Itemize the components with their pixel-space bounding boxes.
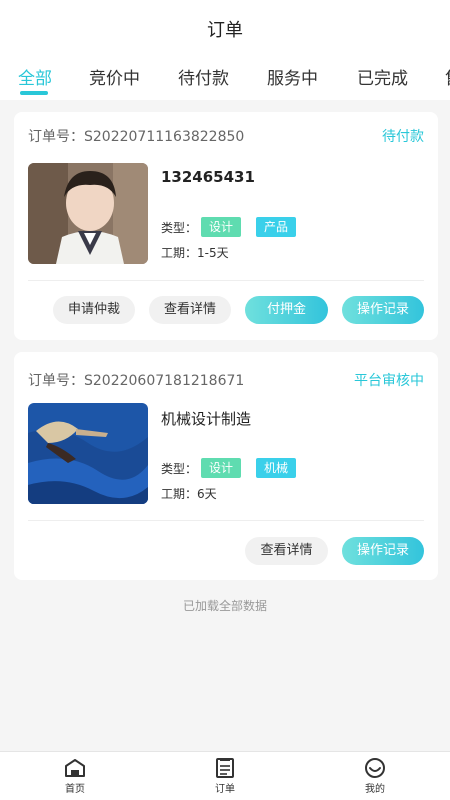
order-tabs: 全部 竞价中 待付款 服务中 已完成 售 — [0, 64, 450, 100]
pay-deposit-button[interactable]: 付押金 — [245, 296, 328, 324]
order-card[interactable]: 订单号：S20220711163822850 待付款 132465431 类型：… — [14, 112, 438, 340]
order-title: 132465431 — [161, 168, 255, 186]
tab-after-sales[interactable]: 售 — [445, 64, 450, 89]
type-tag: 产品 — [256, 217, 297, 237]
order-thumbnail[interactable] — [28, 403, 148, 504]
type-tag: 设计 — [201, 217, 242, 237]
operation-log-button[interactable]: 操作记录 — [342, 296, 424, 324]
home-icon — [65, 759, 85, 777]
work-period: 工期：6天 — [161, 487, 217, 501]
order-number: 订单号：S20220607181218671 — [28, 373, 245, 389]
order-icon — [216, 758, 234, 778]
nav-item-mine[interactable]: 我的 — [345, 758, 405, 795]
tab-indicator — [20, 91, 48, 95]
tab-in-service[interactable]: 服务中 — [267, 64, 318, 89]
nav-label: 首页 — [65, 784, 85, 795]
type-label: 类型： — [161, 462, 198, 476]
order-card[interactable]: 订单号：S20220607181218671 平台审核中 机械设计制造 类型： … — [14, 352, 438, 580]
work-period: 工期：1-5天 — [161, 246, 229, 260]
tab-pending-payment[interactable]: 待付款 — [178, 64, 229, 89]
smile-icon — [365, 758, 385, 778]
bottom-nav: 首页 订单 我的 — [0, 751, 450, 800]
nav-item-order[interactable]: 订单 — [195, 758, 255, 795]
apply-arbitration-button[interactable]: 申请仲裁 — [53, 296, 135, 324]
operation-log-button[interactable]: 操作记录 — [342, 537, 424, 565]
view-details-button[interactable]: 查看详情 — [149, 296, 231, 324]
divider — [28, 280, 424, 281]
order-title: 机械设计制造 — [161, 410, 252, 428]
order-status: 待付款 — [382, 129, 424, 145]
order-number: 订单号：S20220711163822850 — [28, 129, 245, 145]
view-details-button[interactable]: 查看详情 — [245, 537, 328, 565]
order-status: 平台审核中 — [354, 373, 424, 389]
header: 订单 全部 竞价中 待付款 服务中 已完成 售 — [0, 0, 450, 100]
nav-label: 订单 — [215, 784, 235, 795]
divider — [28, 520, 424, 521]
load-complete-note: 已加载全部数据 — [182, 599, 267, 613]
type-label: 类型： — [161, 221, 198, 235]
type-tag: 设计 — [201, 458, 242, 478]
nav-item-home[interactable]: 首页 — [45, 758, 105, 795]
order-thumbnail[interactable] — [28, 163, 148, 264]
type-tag: 机械 — [256, 458, 297, 478]
nav-label: 我的 — [365, 784, 385, 795]
tab-bidding[interactable]: 竞价中 — [89, 64, 140, 89]
tab-completed[interactable]: 已完成 — [357, 64, 408, 89]
page-title: 订单 — [207, 20, 243, 41]
tab-all[interactable]: 全部 — [18, 64, 52, 89]
